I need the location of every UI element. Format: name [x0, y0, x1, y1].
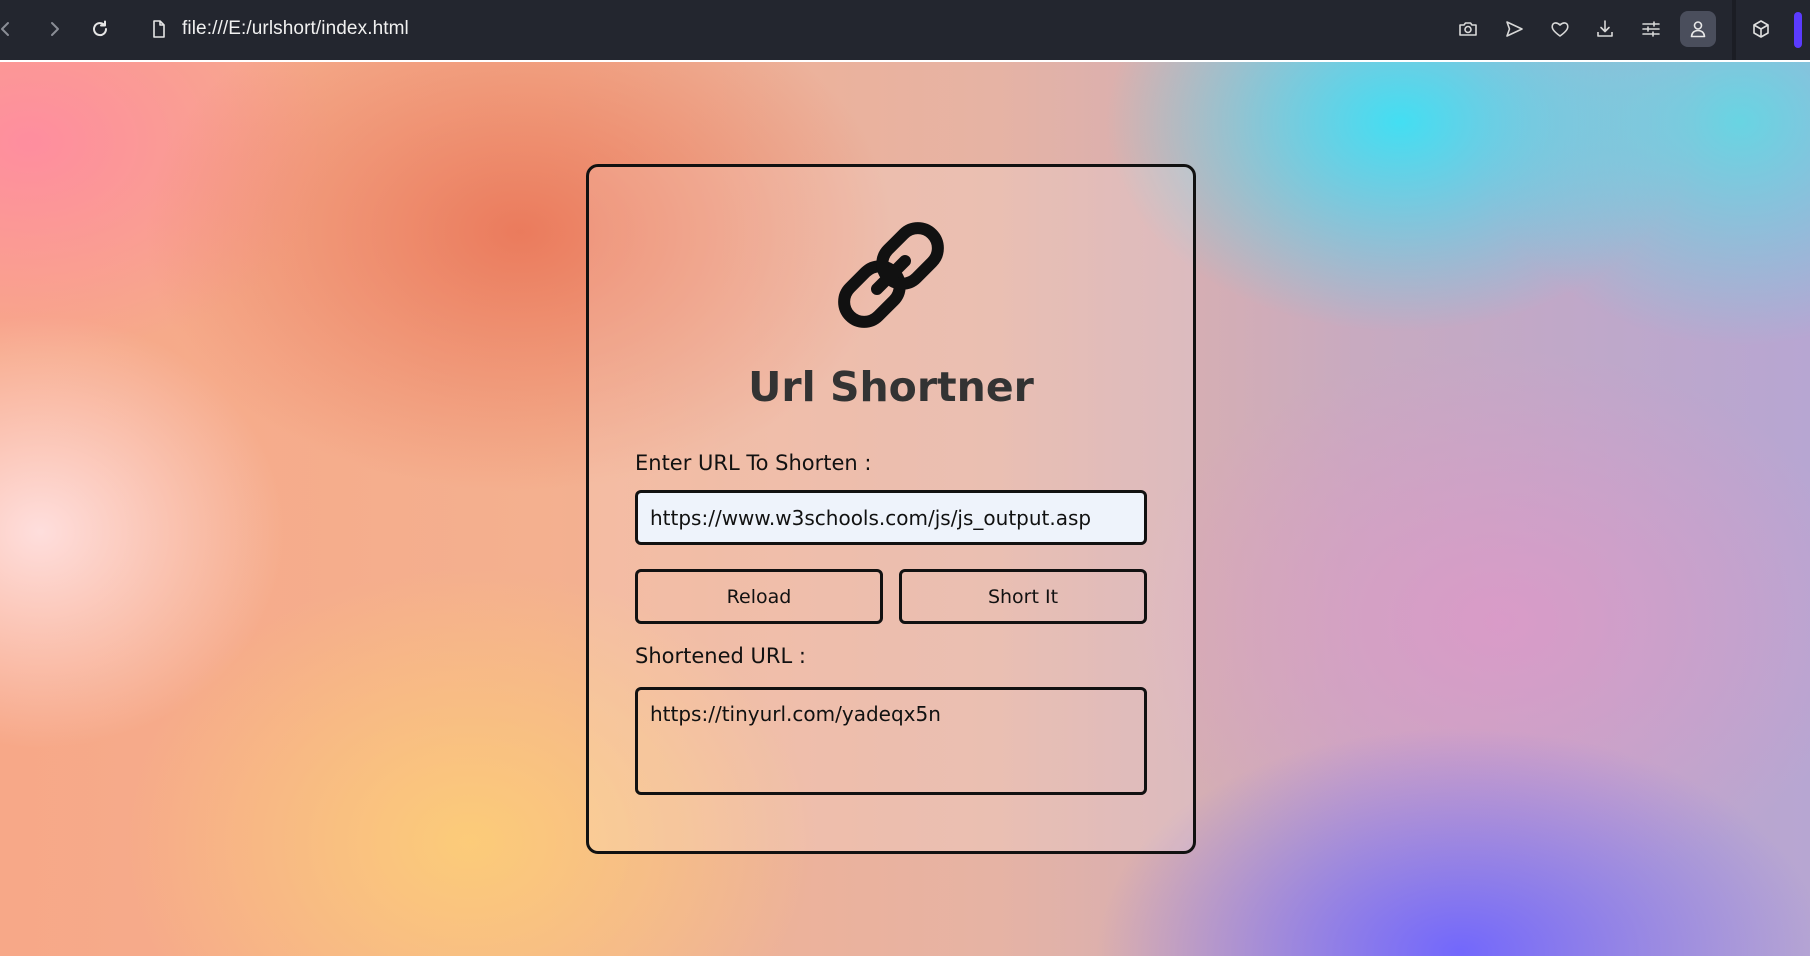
sidebar-accent: [1794, 12, 1802, 48]
favorites-button[interactable]: [1544, 13, 1576, 45]
download-icon: [1597, 20, 1613, 37]
chevron-right-icon: [51, 22, 59, 36]
file-icon: [146, 16, 172, 42]
send-button[interactable]: [1498, 13, 1530, 45]
shortener-card: Url Shortner Enter URL To Shorten : Relo…: [586, 164, 1196, 854]
toolbar-divider: [1732, 0, 1736, 60]
shortened-url-output[interactable]: https://tinyurl.com/yadeqx5n: [635, 687, 1147, 795]
output-label: Shortened URL :: [635, 644, 806, 668]
settings-button[interactable]: [1635, 13, 1667, 45]
screenshot-button[interactable]: [1452, 13, 1484, 45]
url-input[interactable]: [635, 490, 1147, 545]
short-it-button[interactable]: Short It: [899, 569, 1147, 624]
cube-icon: [1753, 20, 1769, 38]
reload-page-button[interactable]: [86, 14, 114, 44]
sliders-icon: [1642, 21, 1660, 37]
address-url: file:///E:/urlshort/index.html: [182, 18, 409, 39]
address-bar[interactable]: file:///E:/urlshort/index.html: [146, 12, 409, 46]
browser-toolbar: file:///E:/urlshort/index.html: [0, 0, 1810, 60]
forward-button[interactable]: [40, 14, 68, 44]
back-button[interactable]: [0, 14, 20, 44]
profile-button[interactable]: [1680, 11, 1716, 47]
link-icon: [838, 222, 944, 328]
page-title: Url Shortner: [748, 363, 1034, 411]
send-icon: [1506, 21, 1523, 37]
extensions-button[interactable]: [1745, 13, 1777, 45]
input-label: Enter URL To Shorten :: [635, 451, 872, 475]
chevron-left-icon: [1, 22, 9, 36]
page-background: Url Shortner Enter URL To Shorten : Relo…: [0, 62, 1810, 956]
reload-button[interactable]: Reload: [635, 569, 883, 624]
downloads-button[interactable]: [1589, 13, 1621, 45]
reload-icon: [93, 20, 108, 37]
heart-icon: [1551, 22, 1569, 37]
user-icon: [1690, 21, 1706, 38]
camera-icon: [1459, 22, 1477, 36]
